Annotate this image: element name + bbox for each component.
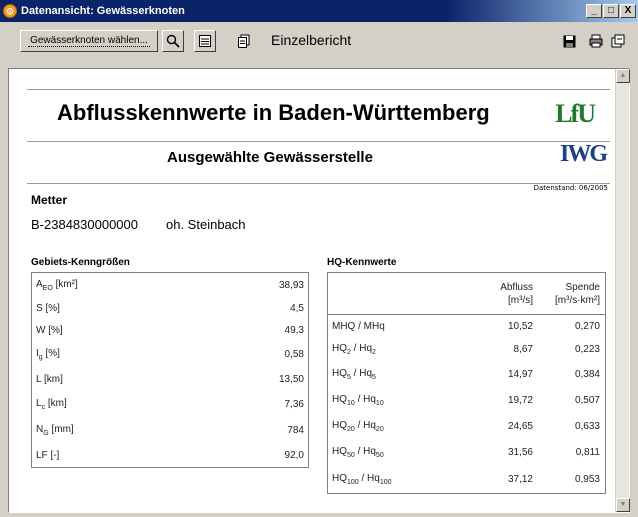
hq-spende-value: 0,633 (574, 420, 600, 432)
report-subtitle-row: Ausgewählte Gewässerstelle IWG (27, 141, 610, 181)
catchment-value: 7,36 (284, 398, 304, 410)
report-viewer: ▲ ▼ Abflusskennwerte in Baden-Württember… (8, 68, 630, 513)
hq-row-label: HQ50 / Hq50 (332, 445, 384, 459)
catchment-section-label: Gebiets-Kenngrößen (31, 257, 130, 268)
report-title: Abflusskennwerte in Baden-Württemberg (57, 100, 490, 125)
select-node-button[interactable]: Gewässerknoten wählen... (20, 30, 158, 52)
hq-spende-value: 0,270 (574, 320, 600, 332)
data-status: Datenstand: 06/2005 (533, 184, 608, 192)
hq-row: HQ10 / Hq10 19,72 0,507 (328, 387, 605, 413)
hq-row-label: HQ20 / Hq20 (332, 419, 384, 433)
window-title: Datenansicht: Gewässerknoten (21, 5, 185, 17)
catchment-label: Ig [%] (36, 347, 60, 361)
hq-spende-value: 0,953 (574, 473, 600, 485)
catchment-label: W [%] (36, 324, 63, 336)
close-button[interactable]: X (620, 4, 636, 18)
print-button[interactable] (586, 30, 606, 52)
station-id-row: B-2384830000000 oh. Steinbach (31, 217, 246, 232)
hq-row: HQ100 / Hq100 37,12 0,953 (328, 465, 605, 493)
floppy-disk-icon (563, 35, 575, 47)
table-view-button[interactable] (194, 30, 216, 52)
minimize-button[interactable]: _ (586, 4, 602, 18)
hq-abfluss-value: 24,65 (507, 420, 533, 432)
station-name: Metter (31, 193, 68, 207)
hq-abfluss-value: 14,97 (507, 368, 533, 380)
spende-header: Spende (565, 281, 600, 293)
hq-spende-value: 0,507 (574, 394, 600, 406)
catchment-row: Lc [km] 7,36 (32, 391, 308, 417)
table-icon (199, 35, 211, 47)
document-icon (238, 34, 250, 48)
hq-abfluss-value: 19,72 (507, 394, 533, 406)
hq-spende-value: 0,384 (574, 368, 600, 380)
catchment-value: 49,3 (284, 324, 304, 336)
hq-row-label: MHQ / MHq (332, 320, 385, 332)
report-button[interactable] (233, 30, 255, 52)
report-subtitle: Ausgewählte Gewässerstelle (167, 149, 373, 166)
catchment-value: 784 (287, 424, 304, 436)
catchment-row: NG [mm] 784 (32, 417, 308, 443)
hq-spende-value: 0,223 (574, 343, 600, 355)
catchment-row: AEO [km²] 38,93 (32, 273, 308, 297)
catchment-row: Ig [%] 0,58 (32, 341, 308, 367)
export-icon (611, 34, 625, 48)
catchment-label: Lc [km] (36, 397, 67, 411)
catchment-table: AEO [km²] 38,93 S [%] 4,5 W [%] 49,3 Ig [%] 0,5… (31, 272, 309, 468)
printer-icon (589, 34, 603, 48)
abfluss-unit: [m³/s] (508, 294, 533, 306)
title-bar: ⊙ Datenansicht: Gewässerknoten _ □ X (0, 0, 638, 22)
save-button[interactable] (559, 30, 579, 52)
hq-row-label: HQ5 / Hq5 (332, 367, 376, 381)
hq-row-label: HQ10 / Hq10 (332, 393, 384, 407)
abfluss-header: Abfluss (500, 281, 533, 293)
catchment-row: L [km] 13,50 (32, 367, 308, 391)
hq-table-header: Abfluss [m³/s] Spende [m³/s·km²] (328, 273, 605, 315)
lfu-logo: LfU (555, 99, 596, 128)
maximize-button[interactable]: □ (603, 4, 619, 18)
scroll-down-button[interactable]: ▼ (616, 498, 630, 512)
hq-spende-value: 0,811 (575, 446, 600, 458)
toolbar: Gewässerknoten wählen... Einzelbericht (0, 22, 638, 60)
hq-table: Abfluss [m³/s] Spende [m³/s·km²] MHQ / M… (327, 272, 606, 494)
export-button[interactable] (608, 30, 628, 52)
hq-row-label: HQ2 / Hq2 (332, 342, 376, 356)
station-id: B-2384830000000 (31, 217, 138, 232)
select-node-label: Gewässerknoten wählen... (28, 35, 150, 47)
hq-row: HQ20 / Hq20 24,65 0,633 (328, 413, 605, 439)
spende-unit: [m³/s·km²] (555, 294, 600, 306)
hq-row: MHQ / MHq 10,52 0,270 (328, 315, 605, 337)
catchment-label: NG [mm] (36, 423, 74, 437)
hq-row-label: HQ100 / Hq100 (332, 472, 392, 486)
app-icon: ⊙ (3, 4, 17, 18)
vertical-scrollbar[interactable]: ▲ ▼ (615, 69, 630, 512)
scroll-up-button[interactable]: ▲ (616, 69, 630, 83)
catchment-value: 38,93 (278, 279, 304, 291)
iwg-logo: IWG (559, 141, 608, 167)
catchment-value: 4,5 (290, 302, 304, 314)
catchment-label: L [km] (36, 373, 63, 385)
report-title-row: Abflusskennwerte in Baden-Württemberg Lf… (27, 95, 610, 135)
catchment-value: 13,50 (278, 373, 304, 385)
catchment-row: S [%] 4,5 (32, 297, 308, 319)
hq-row: HQ5 / Hq5 14,97 0,384 (328, 361, 605, 387)
hq-section-label: HQ-Kennwerte (327, 257, 397, 268)
catchment-value: 92,0 (284, 449, 304, 461)
hq-abfluss-value: 31,56 (507, 446, 533, 458)
magnifier-icon (166, 34, 180, 48)
station-description: oh. Steinbach (166, 217, 246, 232)
hq-row: HQ50 / Hq50 31,56 0,811 (328, 439, 605, 465)
catchment-row: LF [-] 92,0 (32, 443, 308, 467)
catchment-row: W [%] 49,3 (32, 319, 308, 341)
search-button[interactable] (162, 30, 184, 52)
hq-row: HQ2 / Hq2 8,67 0,223 (328, 337, 605, 361)
catchment-label: AEO [km²] (36, 278, 78, 292)
report-label: Einzelbericht (271, 32, 352, 48)
catchment-label: LF [-] (36, 449, 60, 461)
hq-abfluss-value: 10,52 (507, 320, 533, 332)
hq-abfluss-value: 37,12 (507, 473, 533, 485)
hq-abfluss-value: 8,67 (513, 343, 533, 355)
catchment-value: 0,58 (284, 348, 304, 360)
catchment-label: S [%] (36, 302, 60, 314)
